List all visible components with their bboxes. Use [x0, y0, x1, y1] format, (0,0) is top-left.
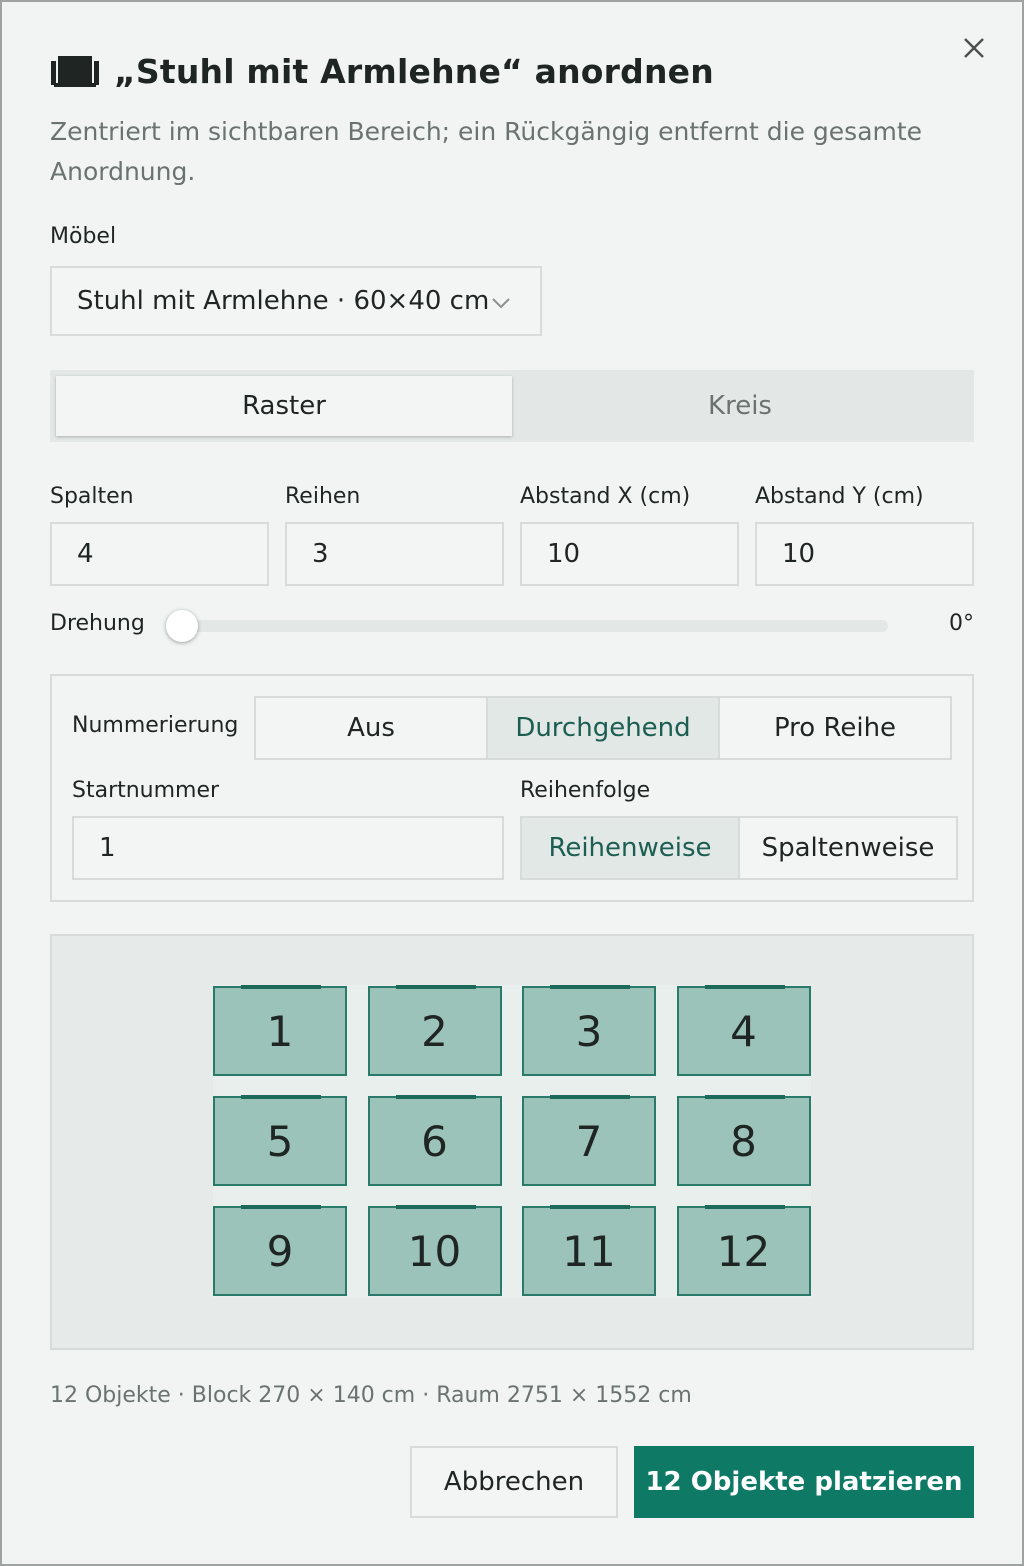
layout-mode-toggle: Raster Kreis — [50, 370, 974, 442]
gap-x-input[interactable]: 10 — [520, 522, 739, 586]
dialog-subtitle: Zentriert im sichtbaren Bereich; ein Rüc… — [50, 117, 923, 186]
order-option-spaltenweise[interactable]: Spaltenweise — [740, 818, 956, 878]
rows-label: Reihen — [285, 484, 361, 509]
chair-backrest — [241, 1205, 321, 1209]
furniture-select-value: Stuhl mit Armlehne · 60×40 cm — [77, 286, 490, 316]
chair-number: 4 — [730, 1006, 757, 1056]
chair-backrest — [395, 1095, 476, 1099]
columns-input[interactable]: 4 — [50, 522, 269, 586]
numbering-option-durchgehend[interactable]: Durchgehend — [488, 698, 720, 758]
rows-input[interactable]: 3 — [285, 522, 504, 586]
tab-raster[interactable]: Raster — [56, 376, 512, 436]
gap-y-input[interactable]: 10 — [755, 522, 974, 586]
numbering-label: Nummerierung — [72, 713, 239, 738]
chair-backrest — [395, 1205, 476, 1209]
rotation-slider-track[interactable] — [170, 620, 888, 632]
close-icon[interactable] — [958, 32, 990, 64]
chair-number: 11 — [562, 1226, 616, 1276]
chair-number: 10 — [407, 1226, 462, 1276]
chair-backrest — [550, 985, 630, 989]
chair-number: 6 — [421, 1116, 448, 1166]
chair-backrest — [395, 985, 476, 989]
furniture-select[interactable]: Stuhl mit Armlehne · 60×40 cm — [50, 266, 542, 336]
start-number-label: Startnummer — [72, 778, 220, 803]
gap-x-label: Abstand X (cm) — [520, 484, 691, 509]
rotation-slider-thumb[interactable] — [166, 610, 198, 642]
chair-backrest — [704, 1095, 785, 1099]
numbering-option-pro-reihe[interactable]: Pro Reihe — [720, 698, 950, 758]
cancel-button[interactable]: Abbrechen — [410, 1446, 618, 1518]
preview-chair: 9 — [213, 1205, 347, 1296]
preview-chair: 8 — [676, 1095, 811, 1186]
tab-kreis[interactable]: Kreis — [512, 376, 968, 436]
rotation-value: 0° — [949, 611, 974, 636]
preview-chair: 5 — [213, 1095, 347, 1186]
furniture-icon — [51, 56, 99, 87]
preview-chair: 2 — [367, 985, 502, 1076]
order-toggle: Reihenweise Spaltenweise — [520, 816, 958, 880]
preview-chair: 7 — [522, 1095, 656, 1186]
chevron-down-icon — [492, 298, 510, 309]
chair-number: 2 — [421, 1006, 448, 1056]
chair-number: 7 — [575, 1116, 603, 1166]
numbering-toggle: Aus Durchgehend Pro Reihe — [254, 696, 952, 760]
order-option-reihenweise[interactable]: Reihenweise — [522, 818, 740, 878]
chair-backrest — [241, 985, 321, 989]
numbering-option-aus[interactable]: Aus — [256, 698, 488, 758]
order-label: Reihenfolge — [520, 778, 651, 803]
preview-chair: 3 — [522, 985, 656, 1076]
place-objects-button[interactable]: 12 Objekte platzieren — [634, 1446, 974, 1518]
gap-y-label: Abstand Y (cm) — [755, 484, 924, 509]
preview-chair: 1 — [213, 985, 347, 1076]
chair-backrest — [550, 1095, 630, 1099]
chair-backrest — [704, 1205, 785, 1209]
chair-number: 8 — [730, 1116, 757, 1166]
furniture-label: Möbel — [50, 224, 117, 249]
chair-number: 5 — [266, 1116, 294, 1166]
start-number-input[interactable]: 1 — [72, 816, 504, 880]
chair-backrest — [550, 1205, 630, 1209]
preview-chair: 10 — [367, 1205, 502, 1296]
chair-backrest — [241, 1095, 321, 1099]
chair-number: 1 — [266, 1006, 294, 1056]
preview-chair: 11 — [522, 1205, 656, 1296]
chair-number: 3 — [575, 1006, 603, 1056]
dialog-header: „Stuhl mit Armlehne“ anordnen — [50, 48, 714, 94]
summary-text: 12 Objekte · Block 270 × 140 cm · Raum 2… — [50, 1383, 692, 1408]
chair-number: 12 — [716, 1226, 771, 1276]
rotation-label: Drehung — [50, 611, 145, 636]
preview-chair: 4 — [676, 985, 811, 1076]
chair-number: 9 — [266, 1226, 294, 1276]
columns-label: Spalten — [50, 484, 134, 509]
preview-chair: 6 — [367, 1095, 502, 1186]
preview-chair: 12 — [676, 1205, 811, 1296]
dialog-title: „Stuhl mit Armlehne“ anordnen — [114, 51, 714, 91]
chair-backrest — [704, 985, 785, 989]
